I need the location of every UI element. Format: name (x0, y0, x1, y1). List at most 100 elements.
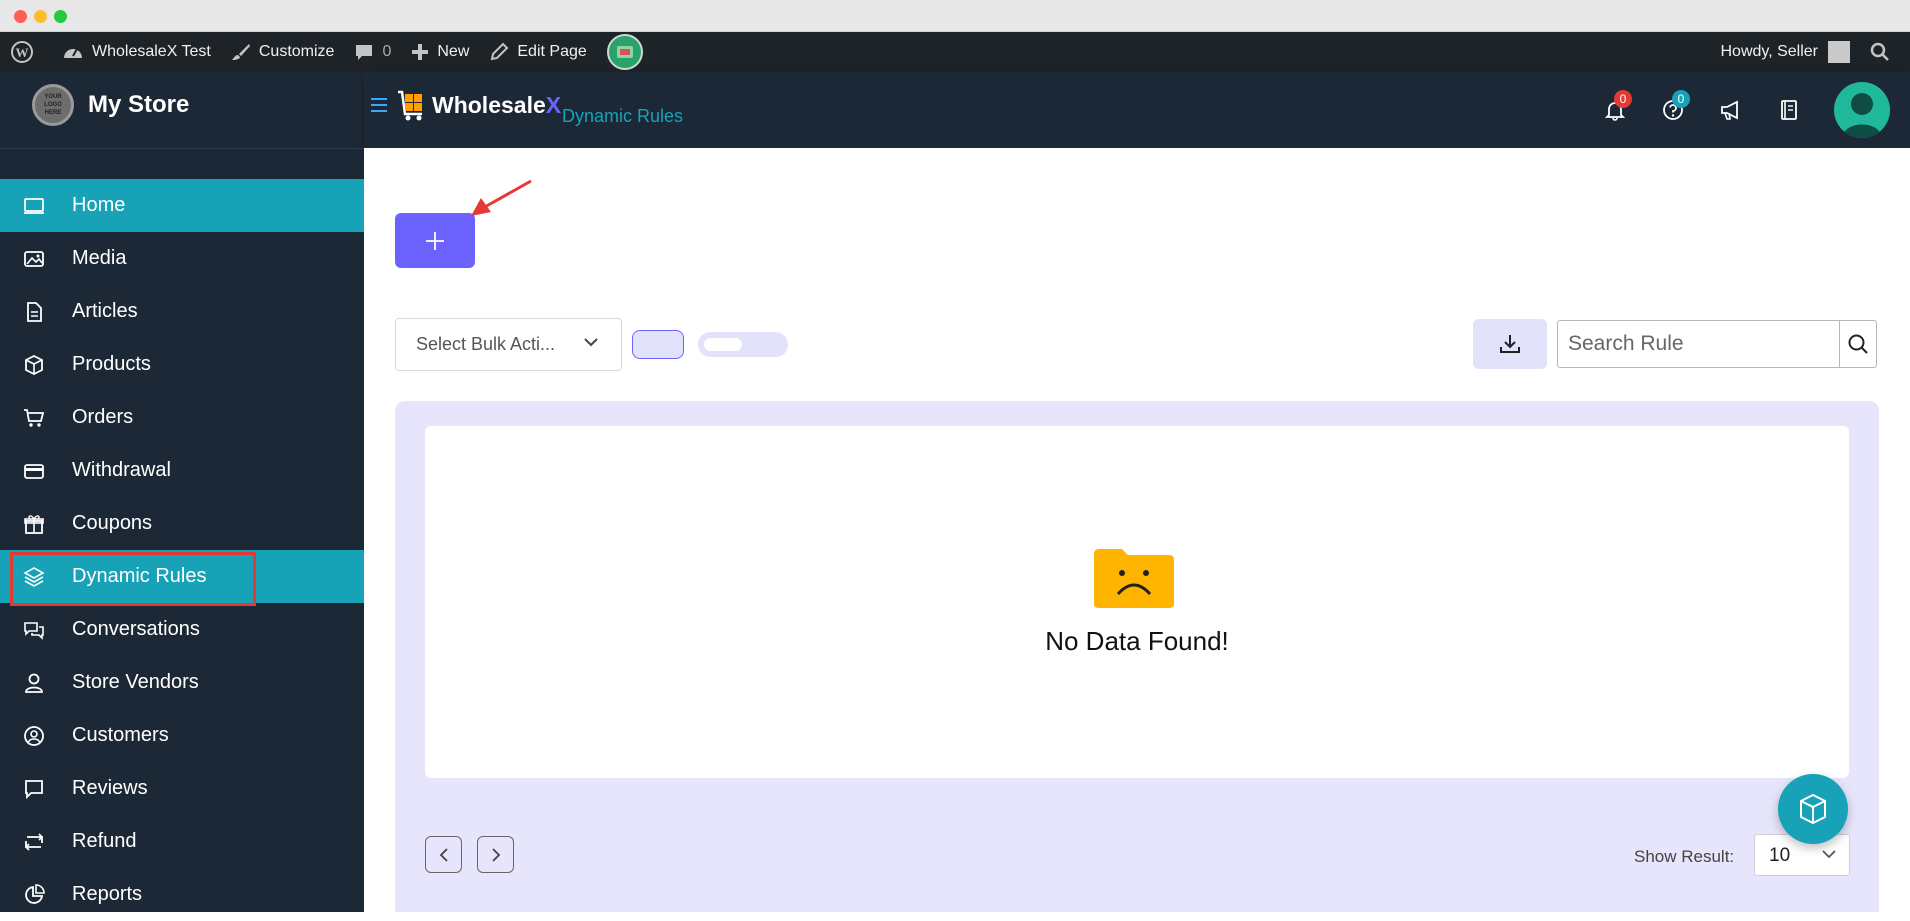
book-icon (1781, 100, 1797, 120)
sidebar-item-withdrawal[interactable]: Withdrawal (0, 444, 364, 497)
documentation-button[interactable] (1760, 90, 1818, 130)
howdy-label: Howdy, Seller (1720, 43, 1818, 60)
sidebar-item-label: Withdrawal (72, 459, 171, 481)
search-input[interactable] (1558, 321, 1839, 367)
sidebar-item-orders[interactable]: Orders (0, 391, 364, 444)
header-actions: 0 0 (1586, 72, 1910, 148)
bulk-action-select[interactable]: Select Bulk Acti... (395, 318, 622, 371)
plus-icon (412, 44, 429, 60)
sidebar-item-label: Media (72, 247, 127, 269)
chat-icon (22, 618, 46, 642)
sidebar-divider (0, 148, 364, 149)
user-avatar[interactable] (1834, 82, 1890, 138)
wordpress-logo-button[interactable]: W (0, 32, 52, 72)
wholesalex-wordmark-x: X (545, 91, 562, 118)
apply-bulk-action-button[interactable] (632, 330, 684, 359)
comments-link[interactable]: 0 (344, 32, 401, 72)
sidebar-item-refund[interactable]: Refund (0, 815, 364, 868)
previous-page-button[interactable] (425, 836, 462, 873)
close-window-button[interactable] (14, 10, 27, 23)
sidebar-item-dynamic-rules[interactable]: Dynamic Rules (0, 550, 364, 606)
pie-chart-icon (22, 883, 46, 907)
search-box (1557, 320, 1877, 368)
user-avatar-small (1828, 41, 1850, 63)
announcements-button[interactable] (1702, 90, 1760, 130)
laptop-icon (22, 194, 46, 218)
sidebar-item-products[interactable]: Products (0, 338, 364, 391)
sidebar-item-label: Home (72, 194, 126, 216)
store-logo-text: YOUR LOGO HERE (44, 94, 62, 116)
sidebar-item-customers[interactable]: Customers (0, 709, 364, 762)
wordpress-icon: W (11, 41, 33, 63)
main-content: Select Bulk Acti... No Data Found! Show … (364, 148, 1910, 912)
empty-state-card: No Data Found! (425, 426, 1849, 778)
layers-icon (22, 565, 46, 589)
next-page-button[interactable] (477, 836, 514, 873)
sidebar: YOUR LOGO HERE My Store Home Media Artic… (0, 72, 364, 912)
sidebar-item-reviews[interactable]: Reviews (0, 762, 364, 815)
sidebar-item-reports[interactable]: Reports (0, 868, 364, 921)
floating-help-button[interactable] (1778, 774, 1848, 844)
chevron-right-icon (491, 847, 500, 862)
store-brand[interactable]: YOUR LOGO HERE My Store (32, 84, 189, 126)
app-header: WholesaleX Dynamic Rules 0 0 (364, 72, 1910, 148)
maximize-window-button[interactable] (54, 10, 67, 23)
paintbrush-icon (231, 44, 250, 60)
plugin-badge-button[interactable] (597, 32, 661, 72)
sidebar-item-media[interactable]: Media (0, 232, 364, 285)
new-label: New (437, 43, 470, 60)
box-icon (22, 353, 46, 377)
my-account-link[interactable]: Howdy, Seller (1710, 32, 1860, 72)
wholesalex-cart-icon (398, 90, 422, 121)
refund-icon (22, 830, 46, 854)
page-title: Dynamic Rules (562, 106, 684, 126)
site-name-link[interactable]: WholesaleX Test (52, 32, 221, 72)
window-titlebar (0, 0, 1910, 32)
filter-toggle[interactable] (698, 332, 788, 357)
sidebar-item-label: Refund (72, 830, 137, 852)
sidebar-item-label: Dynamic Rules (72, 565, 207, 587)
minimize-window-button[interactable] (34, 10, 47, 23)
comment-bubble-icon (356, 45, 373, 60)
comment-icon (22, 777, 46, 801)
sidebar-item-store-vendors[interactable]: Store Vendors (0, 656, 364, 709)
help-button[interactable]: 0 (1644, 90, 1702, 130)
help-badge: 0 (1672, 90, 1690, 108)
plugin-badge-icon (606, 34, 643, 70)
admin-search-button[interactable] (1860, 32, 1910, 72)
credit-card-icon (22, 459, 46, 483)
gift-icon (22, 512, 46, 536)
user-icon (22, 671, 46, 695)
comments-count: 0 (382, 43, 392, 60)
sidebar-item-conversations[interactable]: Conversations (0, 603, 364, 656)
sidebar-item-label: Reports (72, 883, 143, 905)
edit-page-link[interactable]: Edit Page (479, 32, 596, 72)
sidebar-item-label: Coupons (72, 512, 153, 534)
toggle-knob (704, 338, 742, 351)
sidebar-item-home[interactable]: Home (0, 179, 364, 232)
store-name: My Store (88, 91, 190, 118)
wholesalex-logo[interactable]: WholesaleX (396, 88, 561, 122)
notifications-button[interactable]: 0 (1586, 90, 1644, 130)
edit-page-label: Edit Page (517, 43, 587, 60)
sidebar-item-label: Orders (72, 406, 134, 428)
hamburger-icon (371, 98, 387, 112)
avatar-silhouette-icon (1842, 93, 1882, 138)
search-button[interactable] (1839, 321, 1876, 367)
export-button[interactable] (1473, 319, 1547, 369)
sidebar-item-coupons[interactable]: Coupons (0, 497, 364, 550)
sidebar-menu: Home Media Articles Products Orders With… (0, 179, 364, 921)
image-icon (22, 247, 46, 271)
sidebar-item-label: Customers (72, 724, 169, 746)
sidebar-item-articles[interactable]: Articles (0, 285, 364, 338)
customize-link[interactable]: Customize (221, 32, 345, 72)
bulk-action-placeholder: Select Bulk Acti... (416, 334, 556, 354)
customize-label: Customize (258, 43, 335, 60)
add-rule-button[interactable] (395, 213, 475, 268)
new-content-link[interactable]: New (401, 32, 479, 72)
dashboard-icon (64, 48, 82, 58)
menu-toggle-button[interactable] (370, 96, 390, 119)
sad-folder-icon (1094, 549, 1174, 608)
empty-state-message: No Data Found! (1045, 626, 1229, 656)
wholesalex-wordmark-main: Wholesale (432, 91, 546, 118)
